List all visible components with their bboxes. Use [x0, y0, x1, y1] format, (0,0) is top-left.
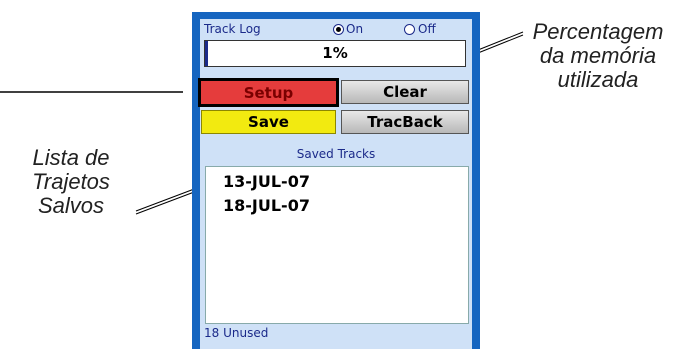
list-item[interactable]: 18-JUL-07 [223, 196, 310, 215]
annotation-line: utilizada [557, 67, 639, 92]
annotation-line: Trajetos [32, 169, 110, 194]
clear-button[interactable]: Clear [341, 80, 469, 104]
radio-off[interactable] [404, 24, 415, 35]
annotation-line: Percentagem [532, 19, 664, 44]
annotation-line: da memória [539, 43, 657, 68]
radio-off-label[interactable]: Off [418, 22, 436, 36]
annotation-line: Salvos [37, 193, 105, 218]
setup-button[interactable]: Setup [198, 78, 339, 107]
annotation-line: Lista de [32, 145, 110, 170]
annotation-saved-tracks: Lista de Trajetos Salvos [0, 146, 142, 218]
radio-on[interactable] [333, 24, 344, 35]
list-item[interactable]: 13-JUL-07 [223, 172, 310, 191]
tracback-button[interactable]: TracBack [341, 110, 469, 134]
memory-usage-text: 1% [322, 44, 348, 62]
unused-count: 18 Unused [204, 326, 269, 340]
annotation-memory-used: Percentagem da memória utilizada [520, 20, 676, 92]
saved-tracks-title: Saved Tracks [296, 147, 376, 161]
track-log-title: Track Log [204, 22, 261, 36]
radio-on-label[interactable]: On [346, 22, 363, 36]
save-button[interactable]: Save [201, 110, 336, 134]
